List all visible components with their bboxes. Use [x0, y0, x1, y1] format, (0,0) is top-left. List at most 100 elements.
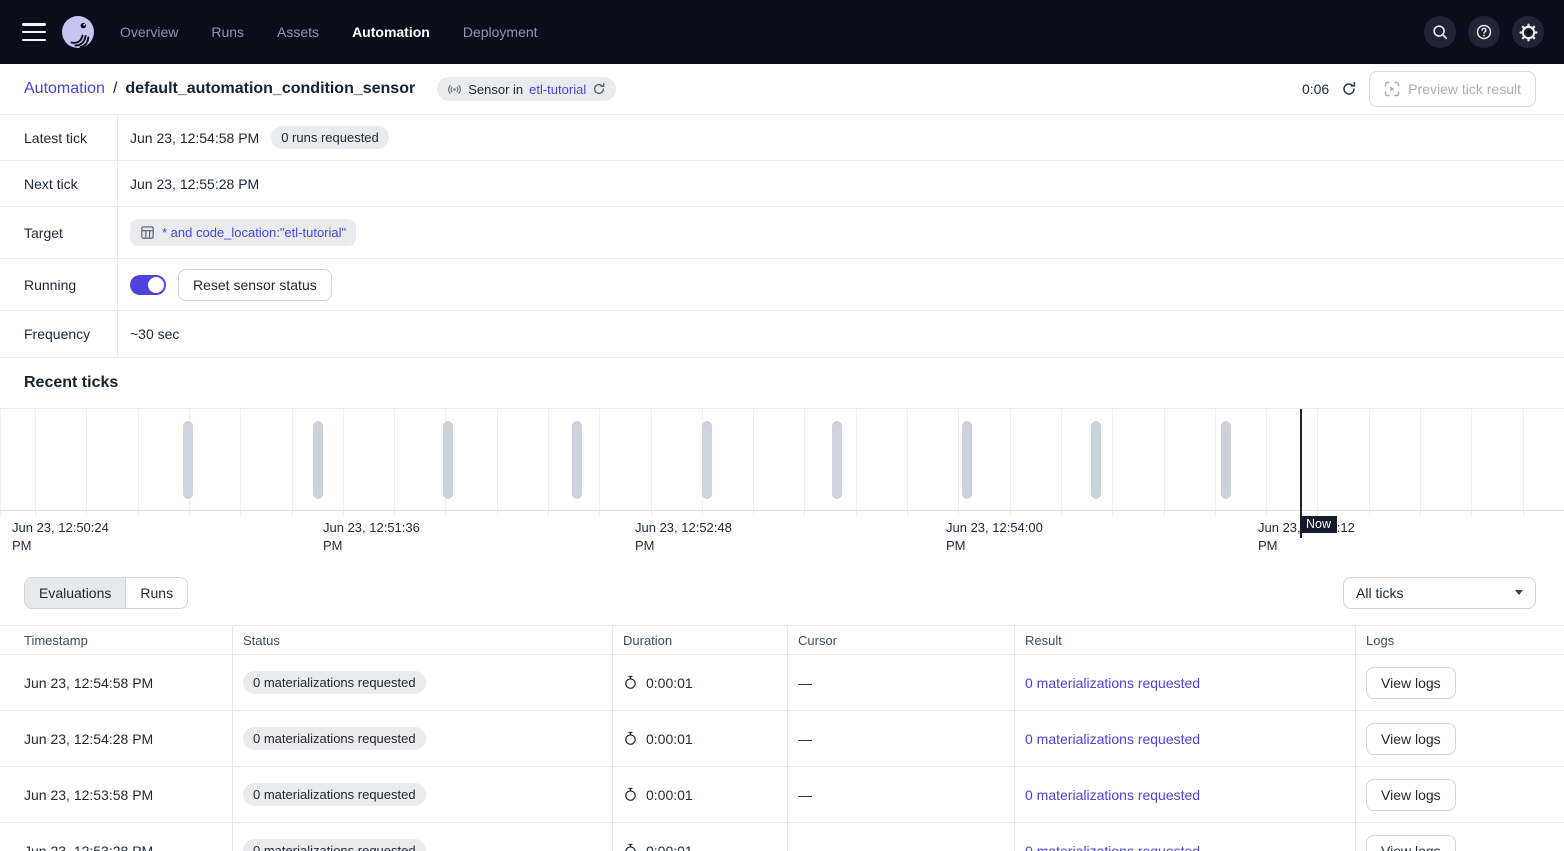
stopwatch-icon — [623, 787, 638, 802]
search-icon[interactable] — [1424, 16, 1456, 48]
ticks-timeline: Jun 23, 12:50:24 PMJun 23, 12:51:36 PMJu… — [0, 408, 1564, 560]
asset-selection-tag[interactable]: * and code_location:"etl-tutorial" — [130, 219, 356, 246]
duration-value: 0:00:01 — [646, 675, 693, 691]
timeline-gridline — [1164, 409, 1165, 517]
tick-bar[interactable] — [1221, 421, 1231, 499]
help-icon[interactable] — [1468, 16, 1500, 48]
tick-bar[interactable] — [962, 421, 972, 499]
code-location-link[interactable]: etl-tutorial — [529, 82, 586, 97]
timeline-gridline — [1420, 409, 1421, 517]
running-toggle[interactable] — [130, 275, 166, 295]
evaluations-table-body: Jun 23, 12:54:58 PM0 materializations re… — [0, 655, 1564, 851]
stopwatch-icon — [623, 731, 638, 746]
cursor-value: — — [798, 731, 812, 747]
column-header-duration[interactable]: Duration — [612, 626, 787, 654]
cell-timestamp: Jun 23, 12:53:58 PM — [0, 767, 232, 822]
duration-value: 0:00:01 — [646, 787, 693, 803]
column-header-result[interactable]: Result — [1014, 626, 1355, 654]
cell-duration: 0:00:01 — [612, 767, 787, 822]
latest-tick-value: Jun 23, 12:54:58 PM — [130, 130, 259, 146]
preview-icon — [1384, 81, 1400, 97]
evaluation-row: Jun 23, 12:53:28 PM0 materializations re… — [0, 823, 1564, 851]
tick-bar[interactable] — [183, 421, 193, 499]
refresh-icon[interactable] — [1341, 81, 1357, 97]
sensor-details: Latest tick Jun 23, 12:54:58 PM 0 runs r… — [0, 115, 1564, 358]
now-badge: Now — [1300, 516, 1337, 533]
stopwatch-icon — [623, 843, 638, 851]
sensor-name: default_automation_condition_sensor — [125, 80, 415, 98]
cell-result: 0 materializations requested — [1014, 655, 1355, 710]
timeline-gridline — [343, 409, 344, 517]
column-header-cursor[interactable]: Cursor — [787, 626, 1014, 654]
duration-value: 0:00:01 — [646, 843, 693, 851]
cell-duration: 0:00:01 — [612, 823, 787, 851]
tick-bar[interactable] — [313, 421, 323, 499]
frequency-value: ~30 sec — [130, 326, 179, 342]
running-row: Running Reset sensor status — [0, 259, 1564, 311]
dagster-logo-icon[interactable] — [62, 16, 94, 48]
sensor-location-badge: Sensor in etl-tutorial — [437, 77, 616, 101]
timeline-gridline — [1317, 409, 1318, 517]
preview-tick-result-button[interactable]: Preview tick result — [1369, 71, 1536, 107]
column-header-status[interactable]: Status — [232, 626, 612, 654]
breadcrumb-automation-link[interactable]: Automation — [24, 80, 105, 98]
timeline-gridline — [1215, 409, 1216, 517]
cell-result: 0 materializations requested — [1014, 823, 1355, 851]
cell-logs: View logs — [1355, 823, 1564, 851]
nav-item-deployment[interactable]: Deployment — [463, 24, 538, 40]
settings-gear-icon[interactable] — [1512, 16, 1544, 48]
reload-location-icon[interactable] — [592, 82, 606, 96]
cell-result: 0 materializations requested — [1014, 767, 1355, 822]
cell-status: 0 materializations requested — [232, 655, 612, 710]
cell-cursor: — — [787, 823, 1014, 851]
tick-bar[interactable] — [832, 421, 842, 499]
cell-status: 0 materializations requested — [232, 767, 612, 822]
view-logs-button[interactable]: View logs — [1366, 779, 1456, 811]
column-header-logs[interactable]: Logs — [1355, 626, 1564, 654]
tab-runs[interactable]: Runs — [126, 578, 187, 608]
refresh-countdown: 0:06 — [1302, 81, 1329, 97]
result-link[interactable]: 0 materializations requested — [1025, 731, 1200, 747]
reset-sensor-status-button[interactable]: Reset sensor status — [178, 269, 332, 301]
nav-item-assets[interactable]: Assets — [277, 24, 319, 40]
timeline-axis-label: Jun 23, 12:50:24 PM — [12, 519, 112, 555]
evaluations-table: TimestampStatusDurationCursorResultLogs … — [0, 625, 1564, 851]
runs-requested-badge: 0 runs requested — [271, 126, 389, 149]
nav-item-overview[interactable]: Overview — [120, 24, 178, 40]
column-header-timestamp[interactable]: Timestamp — [0, 626, 232, 654]
view-logs-button[interactable]: View logs — [1366, 667, 1456, 699]
tick-bar[interactable] — [443, 421, 453, 499]
frequency-row: Frequency ~30 sec — [0, 311, 1564, 358]
timeline-gridline — [1471, 409, 1472, 517]
timeline-gridline — [86, 409, 87, 517]
tick-bar[interactable] — [1091, 421, 1101, 499]
timeline-gridline — [1061, 409, 1062, 517]
view-logs-button[interactable]: View logs — [1366, 723, 1456, 755]
tick-filter-select[interactable]: All ticks — [1343, 577, 1536, 609]
cell-timestamp: Jun 23, 12:54:58 PM — [0, 655, 232, 710]
status-badge: 0 materializations requested — [243, 839, 426, 851]
cell-cursor: — — [787, 711, 1014, 766]
asset-selection-text[interactable]: * and code_location:"etl-tutorial" — [162, 225, 346, 240]
tab-evaluations[interactable]: Evaluations — [25, 578, 126, 608]
tick-bar[interactable] — [572, 421, 582, 499]
result-link[interactable]: 0 materializations requested — [1025, 675, 1200, 691]
breadcrumb-bar: Automation / default_automation_conditio… — [0, 64, 1564, 115]
recent-ticks-title: Recent ticks — [24, 374, 118, 392]
result-link[interactable]: 0 materializations requested — [1025, 787, 1200, 803]
timeline-gridline — [1010, 409, 1011, 517]
timeline-axis-label: Jun 23, 12:51:36 PM — [323, 519, 423, 555]
target-label: Target — [0, 207, 118, 258]
view-logs-button[interactable]: View logs — [1366, 835, 1456, 851]
header-actions: 0:06 Preview tick result — [1302, 71, 1536, 107]
menu-icon[interactable] — [22, 23, 46, 41]
evaluation-row: Jun 23, 12:53:58 PM0 materializations re… — [0, 767, 1564, 823]
result-link[interactable]: 0 materializations requested — [1025, 843, 1200, 851]
nav-item-automation[interactable]: Automation — [352, 24, 430, 40]
sensor-signal-icon — [447, 82, 462, 97]
timeline-gridline — [651, 409, 652, 517]
nav-item-runs[interactable]: Runs — [211, 24, 244, 40]
timeline-gridline — [292, 409, 293, 517]
nav-links: Overview Runs Assets Automation Deployment — [120, 24, 538, 40]
tick-bar[interactable] — [702, 421, 712, 499]
